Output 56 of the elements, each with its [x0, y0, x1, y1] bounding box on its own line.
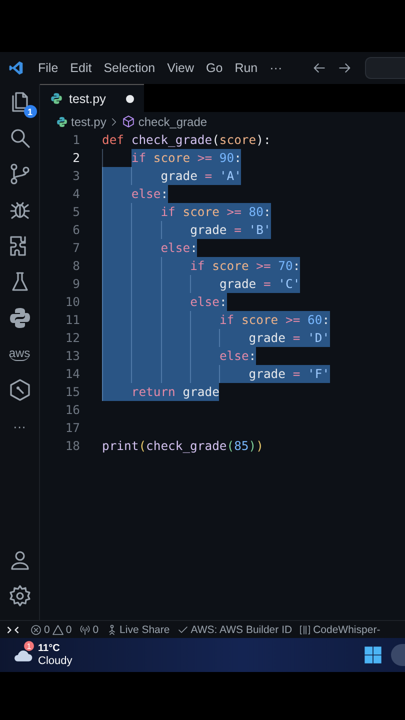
line-number: 10 [64, 295, 81, 309]
line-number: 13 [64, 349, 81, 363]
code-line: def check_grade(score): [102, 132, 271, 149]
more-button[interactable]: ··· [13, 418, 26, 434]
line-number: 14 [64, 367, 81, 381]
broadcast-icon [78, 624, 91, 636]
brackets-icon [299, 624, 312, 636]
line-number: 16 [64, 403, 81, 417]
line-number: 4 [72, 187, 81, 201]
editor-tab[interactable]: test.py [40, 84, 144, 112]
line-number: 17 [64, 421, 81, 435]
menu-item[interactable]: View [161, 58, 200, 78]
breadcrumb-item[interactable]: check_grade [138, 114, 208, 128]
python-file-icon [50, 92, 63, 105]
source-control-icon[interactable] [8, 162, 32, 186]
menu-item[interactable]: Selection [98, 58, 162, 78]
status-item[interactable]: Live Share [106, 624, 170, 636]
windows-logo[interactable] [363, 645, 383, 665]
menu-item[interactable]: Run [228, 58, 264, 78]
line-number: 2 [72, 151, 81, 165]
aws-logo[interactable]: aws [8, 348, 30, 360]
vscode-logo [8, 60, 24, 76]
breadcrumb-item[interactable]: test.py [71, 114, 106, 128]
status-item[interactable]: 0 [78, 624, 99, 636]
line-number: 7 [72, 241, 81, 255]
menu-item[interactable]: File [32, 58, 64, 78]
check-icon [176, 624, 189, 636]
line-number: 3 [72, 169, 81, 183]
error-icon [30, 624, 42, 636]
status-item[interactable]: CodeWhisper- [299, 624, 380, 636]
python-file-icon [56, 116, 68, 128]
status-item[interactable]: AWS: AWS Builder ID [176, 624, 292, 636]
search-field[interactable] [365, 57, 405, 79]
line-number: 5 [72, 205, 81, 219]
line-number: 11 [64, 313, 81, 327]
code-line: print(check_grade(85)) [102, 438, 264, 455]
status-item[interactable]: 0 0 [30, 624, 72, 636]
menu-item[interactable]: Edit [64, 58, 98, 78]
hexagon-icon[interactable] [8, 378, 32, 402]
line-number: 18 [64, 439, 81, 453]
menu-item[interactable]: ··· [264, 58, 288, 78]
line-number: 9 [72, 277, 81, 291]
settings-icon[interactable] [8, 584, 32, 608]
line-number: 1 [72, 133, 81, 147]
line-number: 6 [72, 223, 81, 237]
notification-badge: 1 [24, 641, 34, 651]
menu-item[interactable]: Go [200, 58, 229, 78]
line-number: 12 [64, 331, 81, 345]
notification-badge: 1 [24, 105, 36, 118]
cube-icon [122, 115, 136, 128]
python-icon[interactable] [8, 306, 32, 330]
temperature-text: 11°C [38, 643, 61, 655]
weather-text: Cloudy [38, 655, 72, 667]
line-number: 8 [72, 259, 81, 273]
warning-icon [52, 624, 64, 636]
line-number: 15 [64, 385, 81, 399]
